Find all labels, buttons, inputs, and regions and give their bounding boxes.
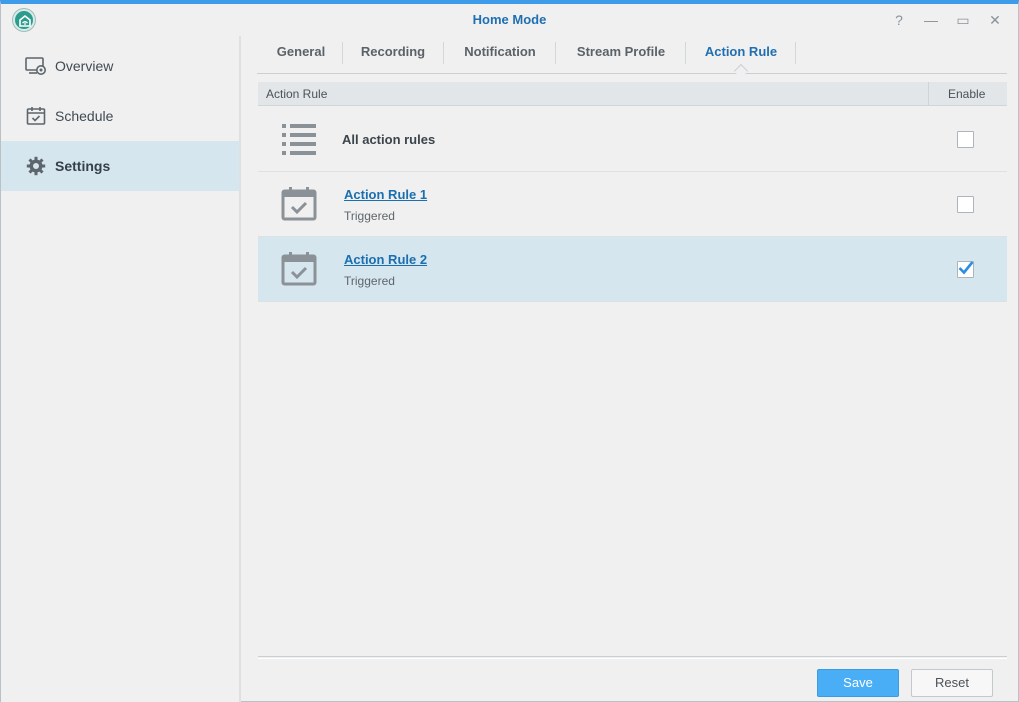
monitor-camera-icon xyxy=(25,55,47,77)
sidebar-item-overview[interactable]: Overview xyxy=(1,41,239,91)
calendar-check-icon xyxy=(280,186,318,222)
sidebar-item-label: Schedule xyxy=(55,108,114,124)
tab-notification[interactable]: Notification xyxy=(449,36,551,68)
list-icon xyxy=(280,121,318,157)
table-row-action-rule-2[interactable]: Action Rule 2 Triggered xyxy=(258,237,1007,302)
column-header-action-rule[interactable]: Action Rule xyxy=(266,82,327,106)
row-status: Triggered xyxy=(344,209,395,223)
sidebar-item-settings[interactable]: Settings xyxy=(1,141,239,191)
tab-stream-profile[interactable]: Stream Profile xyxy=(561,36,681,68)
action-rule-link[interactable]: Action Rule 2 xyxy=(344,252,427,267)
window-title: Home Mode xyxy=(472,12,547,27)
sidebar: Overview Schedule Settings xyxy=(1,36,241,702)
tab-divider xyxy=(555,42,556,64)
close-icon[interactable]: ✕ xyxy=(985,10,1005,30)
title-bar: Home Mode ? — ▭ ✕ xyxy=(1,4,1018,36)
save-button[interactable]: Save xyxy=(817,669,899,697)
row-status: Triggered xyxy=(344,274,395,288)
calendar-icon xyxy=(25,105,47,127)
table-row-all-action-rules[interactable]: All action rules xyxy=(258,107,1007,172)
table-row-action-rule-1[interactable]: Action Rule 1 Triggered xyxy=(258,172,1007,237)
footer-divider xyxy=(258,656,1007,659)
help-icon[interactable]: ? xyxy=(889,10,909,30)
sidebar-item-schedule[interactable]: Schedule xyxy=(1,91,239,141)
tab-divider xyxy=(443,42,444,64)
home-mode-window: Home Mode ? — ▭ ✕ Overview Schedule Sett… xyxy=(0,0,1019,702)
enable-checkbox[interactable] xyxy=(957,196,974,213)
enable-checkbox-checked[interactable] xyxy=(957,261,974,278)
minimize-icon[interactable]: — xyxy=(921,10,941,30)
reset-button[interactable]: Reset xyxy=(911,669,993,697)
calendar-check-icon xyxy=(280,251,318,287)
sidebar-item-label: Settings xyxy=(55,158,111,174)
tab-general[interactable]: General xyxy=(265,36,337,68)
tab-recording[interactable]: Recording xyxy=(347,36,439,68)
grid-header: Action Rule Enable xyxy=(258,82,1007,106)
action-rule-grid: Action Rule Enable All action rules Acti… xyxy=(258,82,1007,656)
enable-checkbox[interactable] xyxy=(957,131,974,148)
tab-bar: General Recording Notification Stream Pr… xyxy=(257,36,1007,79)
gear-icon xyxy=(25,155,47,177)
maximize-icon[interactable]: ▭ xyxy=(953,10,973,30)
column-header-enable[interactable]: Enable xyxy=(948,82,985,106)
tab-divider xyxy=(685,42,686,64)
tab-divider xyxy=(795,42,796,64)
row-title: All action rules xyxy=(342,132,436,147)
column-divider xyxy=(928,82,929,106)
tab-divider xyxy=(342,42,343,64)
sidebar-item-label: Overview xyxy=(55,58,114,74)
checkmark-icon xyxy=(958,261,974,275)
action-rule-link[interactable]: Action Rule 1 xyxy=(344,187,427,202)
